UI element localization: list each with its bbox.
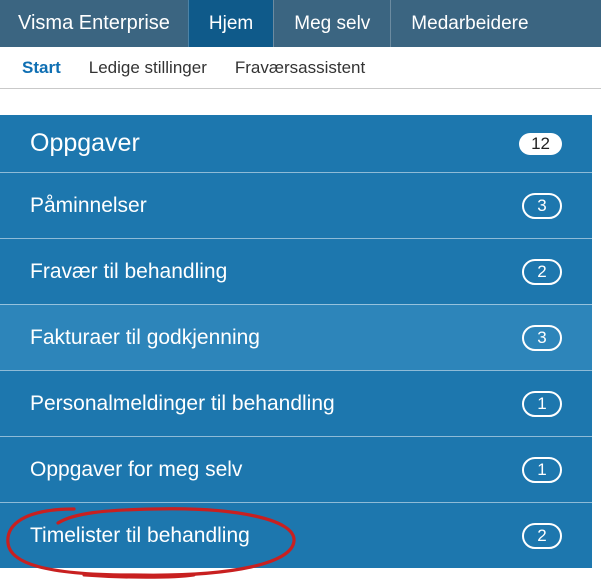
nav-myself[interactable]: Meg selv [273,0,390,47]
task-label: Påminnelser [30,194,147,218]
task-absence-processing[interactable]: Fravær til behandling 2 [0,238,592,304]
task-count: 3 [522,193,562,219]
spacer [0,89,601,115]
nav-employees[interactable]: Medarbeidere [390,0,548,47]
task-label: Timelister til behandling [30,524,250,548]
tasks-panel: Oppgaver 12 Påminnelser 3 Fravær til beh… [0,115,592,568]
task-reminders[interactable]: Påminnelser 3 [0,172,592,238]
top-nav: Visma Enterprise Hjem Meg selv Medarbeid… [0,0,601,47]
task-count: 2 [522,523,562,549]
task-count: 1 [522,457,562,483]
task-timesheets[interactable]: Timelister til behandling 2 [0,502,592,568]
nav-home[interactable]: Hjem [188,0,273,47]
task-invoice-approval[interactable]: Fakturaer til godkjenning 3 [0,304,592,370]
subnav-open-positions[interactable]: Ledige stillinger [75,47,221,88]
task-count: 3 [522,325,562,351]
tasks-title: Oppgaver [30,129,140,158]
tasks-header: Oppgaver 12 [0,115,592,172]
sub-nav: Start Ledige stillinger Fraværsassistent [0,47,601,89]
task-count: 2 [522,259,562,285]
task-my-tasks[interactable]: Oppgaver for meg selv 1 [0,436,592,502]
task-label: Personalmeldinger til behandling [30,392,335,416]
subnav-absence-assistant[interactable]: Fraværsassistent [221,47,379,88]
subnav-start[interactable]: Start [8,47,75,88]
tasks-total-badge: 12 [519,133,562,155]
task-label: Oppgaver for meg selv [30,458,242,482]
brand-title: Visma Enterprise [0,0,188,47]
task-label: Fakturaer til godkjenning [30,326,260,350]
task-personnel-messages[interactable]: Personalmeldinger til behandling 1 [0,370,592,436]
task-count: 1 [522,391,562,417]
task-label: Fravær til behandling [30,260,227,284]
